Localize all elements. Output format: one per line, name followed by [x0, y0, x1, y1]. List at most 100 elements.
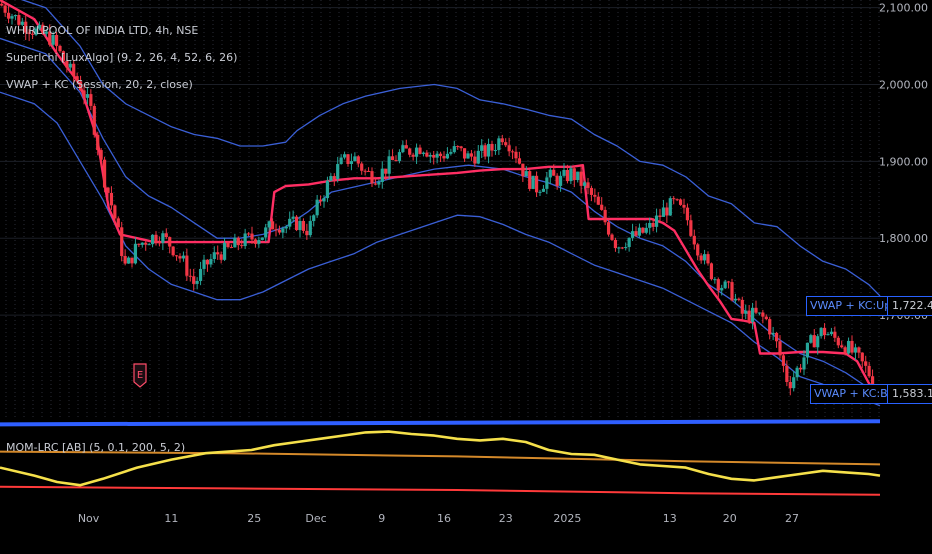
- candle-body: [610, 234, 614, 240]
- candle-body: [202, 259, 206, 269]
- candle-body: [205, 259, 210, 265]
- candle-body: [198, 268, 203, 281]
- candle-body: [157, 242, 162, 244]
- candle-body: [421, 152, 426, 154]
- candle-body: [504, 142, 508, 146]
- candle-body: [665, 207, 669, 216]
- candle-body: [497, 138, 501, 151]
- candle-body: [260, 237, 264, 240]
- candle-body: [130, 257, 134, 264]
- candle-body: [699, 255, 703, 261]
- candle-body: [438, 153, 443, 157]
- candle-body: [761, 312, 765, 317]
- candle-body: [267, 221, 271, 228]
- candle-body: [836, 337, 840, 346]
- candle-body: [452, 146, 456, 153]
- candle-body: [792, 377, 796, 389]
- candle-body: [620, 247, 624, 249]
- candle-body: [555, 175, 559, 186]
- candle-body: [380, 168, 384, 182]
- candle-body: [490, 143, 494, 151]
- candle-body: [480, 145, 484, 151]
- candle-body: [243, 233, 247, 247]
- candle-body: [181, 255, 186, 259]
- candle-body: [572, 168, 576, 181]
- candle-body: [120, 227, 124, 256]
- earnings-flag-label: E: [137, 370, 143, 381]
- candle-body: [798, 367, 803, 370]
- candle-body: [545, 177, 549, 189]
- candle-body: [68, 63, 72, 68]
- candle-body: [579, 171, 583, 186]
- candle-body: [315, 199, 319, 216]
- y-tick-label: 1,800.00: [879, 232, 928, 245]
- x-tick-label: 27: [785, 512, 799, 525]
- candle-body: [390, 156, 395, 161]
- candle-body: [576, 171, 580, 181]
- candle-body: [589, 187, 594, 195]
- candle-body: [250, 233, 254, 240]
- candle-body: [329, 176, 333, 181]
- candle-body: [600, 204, 604, 210]
- candle-body: [689, 220, 693, 236]
- legend-vwap-kc[interactable]: VWAP + KC (Session, 20, 2, close): [6, 78, 193, 91]
- x-tick-label: 13: [663, 512, 677, 525]
- candle-body: [342, 154, 347, 158]
- candle-body: [384, 168, 388, 174]
- candle-body: [737, 298, 741, 300]
- candle-body: [401, 145, 405, 153]
- oscillator-layer: [0, 418, 881, 498]
- candle-body: [353, 156, 357, 162]
- candle-body: [0, 3, 4, 6]
- candle-body: [305, 230, 309, 236]
- candle-body: [716, 279, 720, 291]
- candle-body: [89, 94, 93, 106]
- candle-body: [140, 242, 144, 245]
- chart-root[interactable]: E2,100.002,000.001,900.001,800.001,700.0…: [0, 0, 932, 550]
- kc-basis-value: 1,583.19: [887, 384, 932, 404]
- legend-superichi[interactable]: SuperIchi [LuxAlgo] (9, 2, 26, 4, 52, 6,…: [6, 51, 237, 64]
- candle-body: [226, 242, 230, 247]
- x-tick-label: 23: [499, 512, 513, 525]
- candle-body: [740, 299, 744, 314]
- y-tick-label: 1,900.00: [879, 155, 928, 168]
- candle-body: [408, 148, 412, 155]
- candle-body: [188, 275, 192, 277]
- candle-body: [178, 256, 182, 259]
- candle-body: [720, 287, 724, 291]
- candle-body: [750, 307, 755, 322]
- candle-body: [332, 176, 336, 179]
- candle-body: [469, 153, 474, 157]
- candle-body: [233, 237, 237, 248]
- candle-body: [613, 239, 618, 249]
- candle-body: [658, 215, 662, 217]
- candle-body: [771, 332, 775, 335]
- candle-body: [404, 145, 408, 149]
- candle-body: [764, 316, 768, 320]
- candle-body: [843, 347, 847, 354]
- candle-body: [133, 243, 138, 264]
- x-tick-label: Dec: [305, 512, 326, 525]
- candle-body: [507, 145, 511, 152]
- candle-body: [606, 222, 611, 235]
- candle-body: [517, 158, 522, 164]
- candle-body: [853, 347, 858, 353]
- legend-mom-lrc[interactable]: MOM-LRC [AB] (5, 0.1, 200, 5, 2): [6, 441, 185, 454]
- candle-body: [301, 221, 306, 231]
- candle-body: [634, 231, 638, 236]
- candle-body: [209, 259, 213, 265]
- candle-body: [6, 12, 11, 19]
- candle-body: [476, 150, 480, 164]
- candle-body: [13, 15, 18, 17]
- oscillator-pane: [0, 418, 880, 498]
- candle-body: [288, 218, 292, 227]
- candle-body: [514, 151, 518, 159]
- candle-body: [603, 209, 607, 223]
- candle-body: [253, 239, 258, 244]
- candle-body: [72, 63, 76, 77]
- candle-body: [106, 187, 110, 193]
- candle-body: [185, 255, 189, 276]
- candle-body: [661, 207, 666, 217]
- candle-body: [195, 280, 199, 284]
- candle-body: [778, 341, 782, 356]
